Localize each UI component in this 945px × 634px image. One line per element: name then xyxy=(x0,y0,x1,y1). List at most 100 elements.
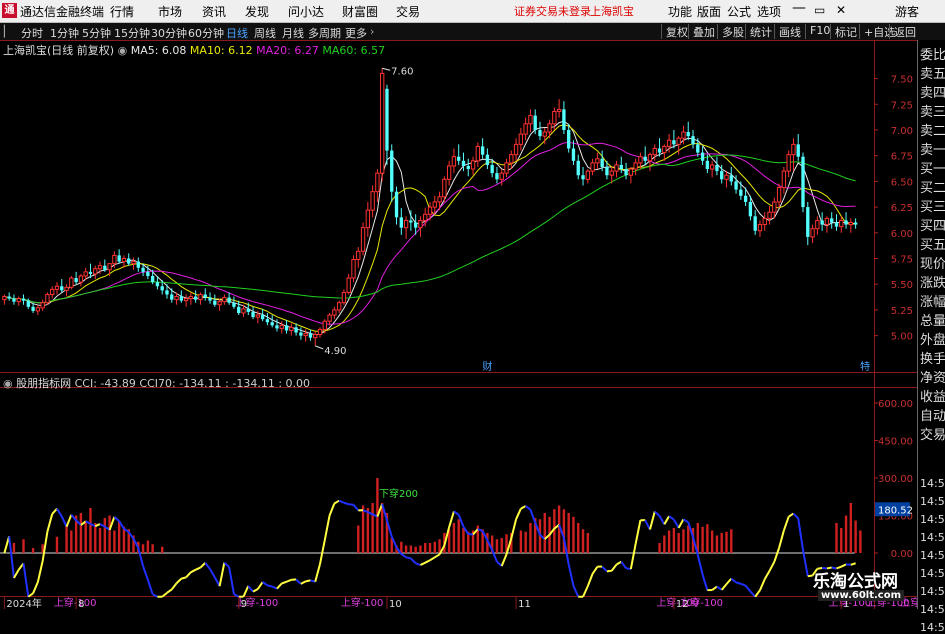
sidebar-item[interactable]: 卖四 xyxy=(920,84,945,103)
candle-body xyxy=(36,308,39,311)
candle-body xyxy=(127,258,130,263)
cci-line xyxy=(669,516,674,519)
candle-body xyxy=(419,220,422,227)
candle-body xyxy=(117,255,120,261)
candle-body xyxy=(180,297,183,301)
candle-body xyxy=(404,220,407,227)
cci-bar xyxy=(142,544,144,553)
sidebar-item[interactable]: 外盘 xyxy=(920,331,945,350)
cci-line xyxy=(401,554,406,557)
candle-body xyxy=(600,159,603,167)
cci-line xyxy=(9,536,14,578)
candle-body xyxy=(223,298,226,302)
cci-bar xyxy=(668,531,670,554)
candle-body xyxy=(471,161,474,169)
candle-body xyxy=(371,192,374,211)
sidebar-item[interactable]: 净资 xyxy=(920,369,945,388)
cci-bar xyxy=(673,528,675,553)
sidebar-item[interactable]: 交易 xyxy=(920,426,945,445)
cci-bar xyxy=(501,538,503,553)
sidebar-item[interactable]: 卖三 xyxy=(920,103,945,122)
sidebar-item[interactable]: 买二 xyxy=(920,179,945,198)
sidebar-item[interactable]: 卖五 xyxy=(920,65,945,84)
cci-line xyxy=(741,584,746,586)
cci-bar xyxy=(582,529,584,553)
cci-line xyxy=(277,583,282,588)
settings-icon[interactable]: ◉ xyxy=(3,377,13,390)
cci-line xyxy=(660,516,665,524)
cci-bar xyxy=(410,546,412,554)
sidebar-item[interactable]: 换手 xyxy=(920,350,945,369)
cci-line xyxy=(779,530,784,547)
cci-bar xyxy=(147,541,149,554)
sidebar-item[interactable]: 涨跌 xyxy=(920,274,945,293)
sidebar-item[interactable]: 收益 xyxy=(920,388,945,407)
sidebar-item[interactable]: 买五 xyxy=(920,236,945,255)
cci-line xyxy=(353,505,358,511)
candle-body xyxy=(7,297,10,299)
candle-body xyxy=(734,181,737,189)
cci-line xyxy=(655,512,660,516)
cci-bar xyxy=(161,547,163,553)
sidebar-item[interactable]: 涨幅 xyxy=(920,293,945,312)
candle-body xyxy=(639,157,642,163)
price-annotation: 4.90 xyxy=(324,346,346,357)
sidebar-item[interactable]: 现价 xyxy=(920,255,945,274)
sidebar-item[interactable]: 自动 xyxy=(920,407,945,426)
cci-line xyxy=(263,582,268,585)
cci-line xyxy=(703,575,708,591)
sidebar-item[interactable]: 卖一 xyxy=(920,141,945,160)
cci-line xyxy=(420,563,425,565)
cci-bar xyxy=(730,529,732,553)
candle-body xyxy=(820,220,823,224)
cci-bar xyxy=(677,533,679,553)
cci-line xyxy=(511,519,516,538)
cci-line xyxy=(612,564,617,570)
candle-body xyxy=(849,223,852,225)
cci-bar xyxy=(462,528,464,553)
candle-body xyxy=(452,157,455,166)
candle-body xyxy=(242,309,245,313)
cci-bar xyxy=(357,526,359,554)
y-tick-label: 300.00 xyxy=(878,474,913,485)
cci-line xyxy=(664,516,669,524)
candle-body xyxy=(792,144,795,154)
candle-body xyxy=(481,146,484,154)
cci-line xyxy=(588,574,593,586)
candle-body xyxy=(347,278,350,292)
candle-body xyxy=(624,169,627,175)
cci-line xyxy=(210,569,215,577)
cci-line xyxy=(722,584,727,590)
cci-line xyxy=(205,563,210,569)
candle-body xyxy=(577,161,580,175)
cci-bar xyxy=(65,526,67,554)
sidebar-item[interactable]: 买一 xyxy=(920,160,945,179)
cci-bar xyxy=(414,547,416,553)
candle-body xyxy=(615,165,618,171)
annotation-arrow xyxy=(315,346,323,349)
cross-signal-label: 下穿200 xyxy=(379,487,418,500)
sidebar-item[interactable]: 委比 xyxy=(920,46,945,65)
trade-time: 14:56 xyxy=(920,549,945,562)
sidebar-item[interactable]: 总量 xyxy=(920,312,945,331)
cci-line xyxy=(789,514,794,517)
cci-line xyxy=(765,571,770,579)
candle-body xyxy=(490,165,493,173)
settings-icon[interactable]: ◉ xyxy=(118,44,128,57)
candle-body xyxy=(409,220,412,222)
cci-line xyxy=(583,586,588,597)
sidebar-item[interactable]: 买三 xyxy=(920,198,945,217)
candle-body xyxy=(696,144,699,152)
sidebar-item[interactable]: 买四 xyxy=(920,217,945,236)
candle-body xyxy=(519,134,522,144)
sidebar-item[interactable]: 卖二 xyxy=(920,122,945,141)
candle-body xyxy=(175,297,178,300)
cci-bar xyxy=(453,523,455,553)
watermark: 乐淘公式网 www.60lt.com xyxy=(800,565,917,609)
candle-body xyxy=(672,140,675,144)
cci-bar xyxy=(70,531,72,554)
cci-line xyxy=(406,557,411,558)
trade-time: 14:56 xyxy=(920,513,945,526)
cci-line xyxy=(306,580,311,581)
kline-chart[interactable]: 7.507.257.006.756.506.256.005.755.505.25… xyxy=(0,0,945,609)
